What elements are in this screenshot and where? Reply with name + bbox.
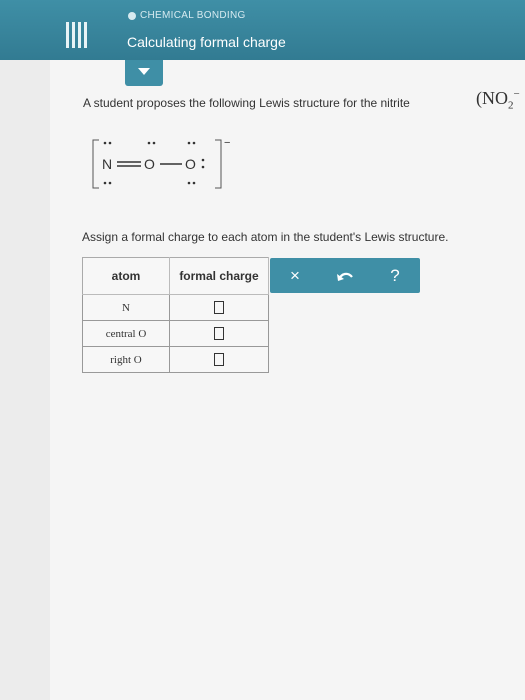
clear-button[interactable]: ×	[270, 258, 320, 293]
undo-icon	[337, 272, 353, 281]
close-icon: ×	[290, 266, 300, 285]
atom-central-o: O	[144, 156, 155, 172]
category-label: CHEMICAL BONDING	[128, 10, 246, 21]
category-dot-icon	[128, 11, 136, 20]
collapse-tab[interactable]	[125, 60, 163, 86]
row-atom-label: N	[82, 294, 170, 321]
formal-charge-table: atom formal charge N central O right O	[82, 257, 269, 373]
answer-box[interactable]	[214, 353, 224, 366]
formula-charge: −	[513, 88, 520, 100]
question-prompt: A student proposes the following Lewis s…	[83, 96, 410, 110]
answer-box[interactable]	[214, 327, 224, 340]
category-text: CHEMICAL BONDING	[140, 10, 246, 21]
table-header-row: atom formal charge	[82, 257, 269, 295]
chevron-down-icon	[138, 68, 150, 75]
app-header: CHEMICAL BONDING Calculating formal char…	[0, 0, 525, 60]
formula-subscript: 2	[508, 99, 514, 112]
nitrite-formula: (NO2−	[476, 88, 520, 112]
atom-n: N	[102, 156, 112, 172]
row-atom-label: right O	[82, 346, 170, 373]
header-atom: atom	[82, 257, 170, 295]
question-text: A student proposes the following Lewis s…	[83, 96, 410, 110]
help-icon: ?	[390, 266, 400, 285]
table-row: central O	[82, 320, 269, 347]
ion-charge: −	[224, 137, 230, 149]
help-button[interactable]: ?	[370, 258, 420, 293]
undo-button[interactable]	[320, 258, 370, 293]
table-row: right O	[82, 346, 269, 373]
formal-charge-input-central-o[interactable]	[169, 320, 269, 347]
atom-right-o: O	[185, 156, 196, 172]
instruction-text: Assign a formal charge to each atom in t…	[82, 230, 449, 244]
header-formal-charge: formal charge	[169, 257, 269, 295]
menu-icon[interactable]	[66, 22, 88, 48]
left-bracket	[92, 139, 99, 189]
answer-toolbar: × ?	[270, 258, 420, 293]
lewis-structure: − N O O	[92, 137, 230, 189]
formal-charge-input-right-o[interactable]	[169, 346, 269, 373]
row-atom-label: central O	[82, 320, 170, 347]
formal-charge-input-n[interactable]	[169, 294, 269, 321]
table-row: N	[82, 294, 269, 321]
formula-base: NO	[482, 88, 508, 108]
right-bracket	[215, 139, 222, 189]
answer-box[interactable]	[214, 301, 224, 314]
page-title: Calculating formal charge	[127, 34, 286, 50]
